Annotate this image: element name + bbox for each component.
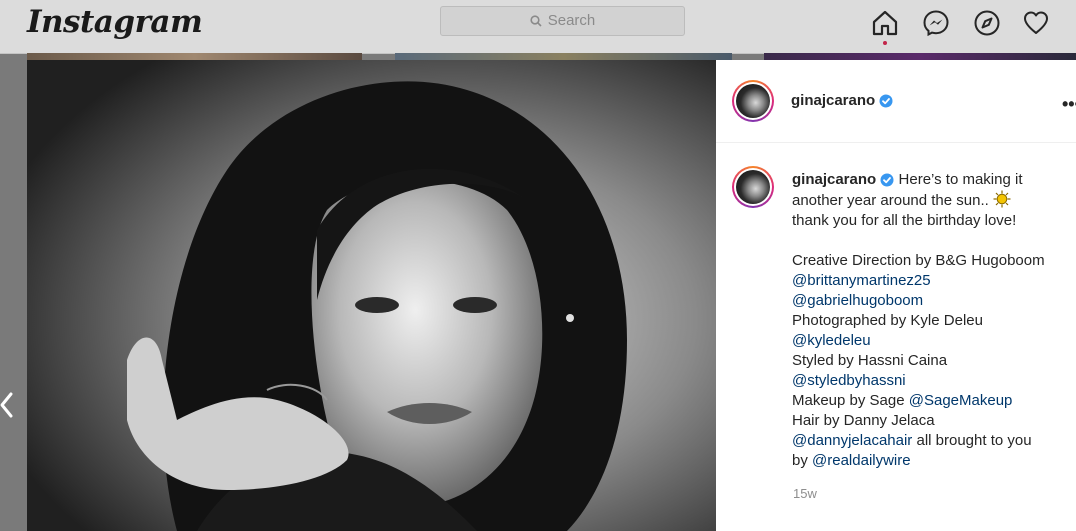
more-options-icon[interactable]: ••• [1062, 94, 1076, 115]
heart-icon[interactable] [1022, 9, 1050, 37]
post-photo[interactable] [27, 60, 716, 531]
search-placeholder: Search [547, 12, 596, 29]
caption-text: thank you for all the birthday love! [792, 212, 1017, 229]
author-avatar[interactable] [732, 80, 774, 122]
post-details-panel: ginajcarano ••• ginajcarano Here’s to ma… [716, 60, 1076, 531]
instagram-logo[interactable]: Instagram [27, 4, 203, 40]
caption-author-avatar[interactable] [732, 166, 774, 208]
mention-link[interactable]: @kyledeleu [792, 331, 1074, 351]
caption-username[interactable]: ginajcarano [792, 171, 876, 188]
caption-text: Here’s to making it [898, 171, 1023, 188]
verified-badge-icon [880, 173, 894, 187]
feed-thumbnail [764, 53, 1076, 60]
post-timestamp[interactable]: 15w [793, 486, 817, 501]
caption-text: Photographed by Kyle Deleu [792, 312, 983, 329]
feed-thumbnail [395, 53, 732, 60]
caption-text: by [792, 452, 808, 469]
messenger-icon[interactable] [922, 9, 950, 37]
caption-text: Makeup by Sage [792, 392, 905, 409]
top-navigation-bar: Instagram Search [0, 0, 1076, 54]
author-username[interactable]: ginajcarano [791, 92, 875, 109]
post-caption: ginajcarano Here’s to making it another … [792, 170, 1074, 471]
feed-thumbnail [27, 53, 362, 60]
mention-link[interactable]: @realdailywire [812, 452, 911, 469]
mention-link[interactable]: @styledbyhassni [792, 371, 1074, 391]
caption-text: Creative Direction by B&G Hugoboom [792, 252, 1045, 269]
caption-text: another year around the sun.. [792, 192, 989, 209]
mention-link[interactable]: @SageMakeup [909, 392, 1013, 409]
avatar-image [736, 84, 770, 118]
mention-link[interactable]: @gabrielhugoboom [792, 291, 1074, 311]
search-input[interactable]: Search [440, 6, 685, 36]
search-icon [530, 15, 542, 27]
caption-text: Hair by Danny Jelaca [792, 412, 935, 429]
caption-text: all brought to you [916, 432, 1032, 449]
portrait-image [27, 60, 716, 531]
post-header: ginajcarano ••• [716, 60, 1076, 143]
verified-badge-icon [879, 94, 893, 108]
active-indicator [883, 41, 887, 45]
mention-link[interactable]: @dannyjelacahair [792, 432, 912, 449]
caption-text: Styled by Hassni Caina [792, 352, 948, 369]
sun-emoji-icon [993, 190, 1011, 208]
mention-link[interactable]: @brittanymartinez25 [792, 271, 1074, 291]
explore-icon[interactable] [973, 9, 1001, 37]
avatar-image [736, 170, 770, 204]
home-icon[interactable] [871, 9, 899, 37]
previous-post-arrow[interactable] [0, 388, 14, 422]
